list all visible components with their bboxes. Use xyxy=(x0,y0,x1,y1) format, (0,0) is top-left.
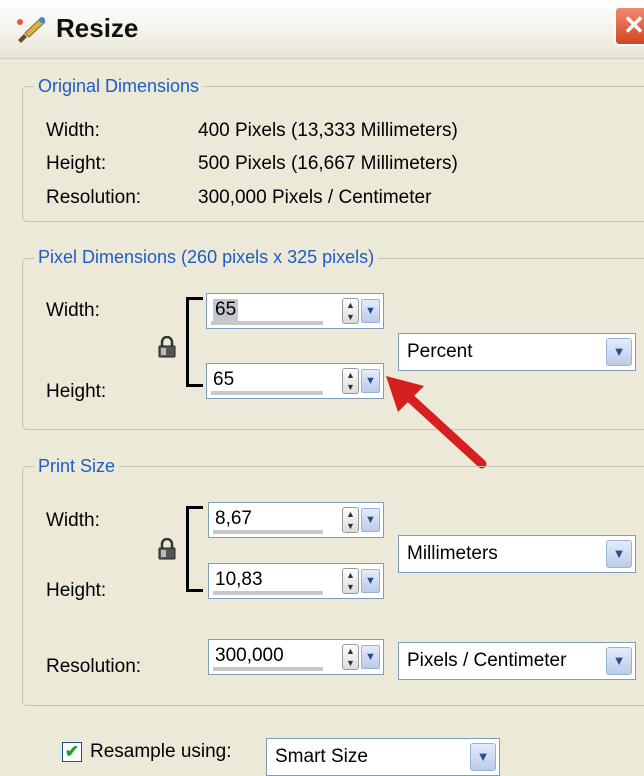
print-height-field[interactable]: 10,83 ▲ ▼ ▼ xyxy=(208,563,384,599)
print-width-spin-buttons[interactable]: ▲ ▼ xyxy=(342,507,359,533)
print-resolution-unit-value: Pixels / Centimeter xyxy=(407,650,567,671)
window-title: Resize xyxy=(56,13,139,43)
chevron-down-icon[interactable]: ▼ xyxy=(606,647,632,675)
print-width-field[interactable]: 8,67 ▲ ▼ ▼ xyxy=(208,502,384,538)
close-icon: ✕ xyxy=(623,10,644,40)
red-arrow-annotation xyxy=(386,376,487,469)
pixel-height-input[interactable]: 65 xyxy=(213,369,234,391)
spin-down-icon[interactable]: ▼ xyxy=(343,581,358,593)
print-resolution-unit-select[interactable]: Pixels / Centimeter ▼ xyxy=(398,642,636,680)
pixel-dimensions-title: Pixel Dimensions (260 pixels x 325 pixel… xyxy=(34,246,379,268)
print-width-input[interactable]: 8,67 xyxy=(215,508,252,530)
print-link-bracket xyxy=(186,506,203,592)
paint-brush-icon xyxy=(17,17,46,43)
print-height-input[interactable]: 10,83 xyxy=(215,569,263,591)
print-unit-select[interactable]: Millimeters ▼ xyxy=(398,535,636,573)
pixel-link-bracket xyxy=(186,297,203,387)
original-height-value: 500 Pixels (16,667 Millimeters) xyxy=(198,153,458,174)
pixel-unit-value: Percent xyxy=(407,341,473,362)
close-button[interactable]: ✕ xyxy=(614,6,644,46)
print-resolution-dropdown-arrow[interactable]: ▼ xyxy=(361,645,380,669)
lock-icon[interactable] xyxy=(158,336,176,358)
print-unit-value: Millimeters xyxy=(407,543,498,564)
spin-up-icon[interactable]: ▲ xyxy=(343,369,358,381)
pixel-height-field[interactable]: 65 ▲ ▼ ▼ xyxy=(206,363,384,399)
original-width-label: Width: xyxy=(46,120,100,141)
print-resolution-label: Resolution: xyxy=(46,656,142,677)
spin-up-icon[interactable]: ▲ xyxy=(343,645,358,657)
chevron-down-icon[interactable]: ▼ xyxy=(606,540,632,568)
print-height-slider-track[interactable] xyxy=(213,591,323,595)
print-resolution-field[interactable]: 300,000 ▲ ▼ ▼ xyxy=(208,639,384,675)
spin-up-icon[interactable]: ▲ xyxy=(343,299,358,311)
pixel-height-label: Height: xyxy=(46,381,107,402)
pixel-width-field[interactable]: 65 ▲ ▼ ▼ xyxy=(206,293,384,329)
chevron-down-icon[interactable]: ▼ xyxy=(606,338,632,366)
print-width-label: Width: xyxy=(46,510,100,531)
spin-down-icon[interactable]: ▼ xyxy=(343,520,358,532)
print-width-dropdown-arrow[interactable]: ▼ xyxy=(361,508,380,532)
original-resolution-label: Resolution: xyxy=(46,187,142,208)
pixel-width-label: Width: xyxy=(46,300,100,321)
spin-down-icon[interactable]: ▼ xyxy=(343,311,358,323)
original-width-value: 400 Pixels (13,333 Millimeters) xyxy=(198,120,458,141)
lock-icon[interactable] xyxy=(158,538,176,560)
resample-checkbox[interactable]: ✔ xyxy=(62,742,82,762)
print-resolution-input[interactable]: 300,000 xyxy=(215,645,284,667)
resample-label[interactable]: Resample using: xyxy=(90,741,232,763)
original-height-label: Height: xyxy=(46,153,107,174)
print-size-title: Print Size xyxy=(34,455,120,477)
resample-method-value: Smart Size xyxy=(275,746,368,767)
print-height-spin-buttons[interactable]: ▲ ▼ xyxy=(342,568,359,594)
title-bar: Resize ✕ xyxy=(0,0,644,59)
checkmark-icon: ✔ xyxy=(64,742,80,761)
print-height-label: Height: xyxy=(46,580,107,601)
original-resolution-value: 300,000 Pixels / Centimeter xyxy=(198,187,432,208)
print-resolution-spin-buttons[interactable]: ▲ ▼ xyxy=(342,644,359,670)
pixel-width-spin-buttons[interactable]: ▲ ▼ xyxy=(342,298,359,324)
original-dimensions-title: Original Dimensions xyxy=(34,75,204,97)
pixel-unit-select[interactable]: Percent ▼ xyxy=(398,333,636,371)
pixel-width-input[interactable]: 65 xyxy=(213,299,239,321)
print-resolution-slider-track[interactable] xyxy=(213,667,323,671)
resample-method-select[interactable]: Smart Size ▼ xyxy=(266,738,500,776)
spin-down-icon[interactable]: ▼ xyxy=(343,657,358,669)
pixel-width-slider-track[interactable] xyxy=(211,321,323,325)
pixel-height-spin-buttons[interactable]: ▲ ▼ xyxy=(342,368,359,394)
chevron-down-icon[interactable]: ▼ xyxy=(470,743,496,771)
print-height-dropdown-arrow[interactable]: ▼ xyxy=(361,569,380,593)
spin-up-icon[interactable]: ▲ xyxy=(343,508,358,520)
pixel-height-slider-track[interactable] xyxy=(211,391,323,395)
spin-up-icon[interactable]: ▲ xyxy=(343,569,358,581)
pixel-height-dropdown-arrow[interactable]: ▼ xyxy=(361,369,380,393)
print-width-slider-track[interactable] xyxy=(213,530,323,534)
pixel-width-dropdown-arrow[interactable]: ▼ xyxy=(361,299,380,323)
spin-down-icon[interactable]: ▼ xyxy=(343,381,358,393)
